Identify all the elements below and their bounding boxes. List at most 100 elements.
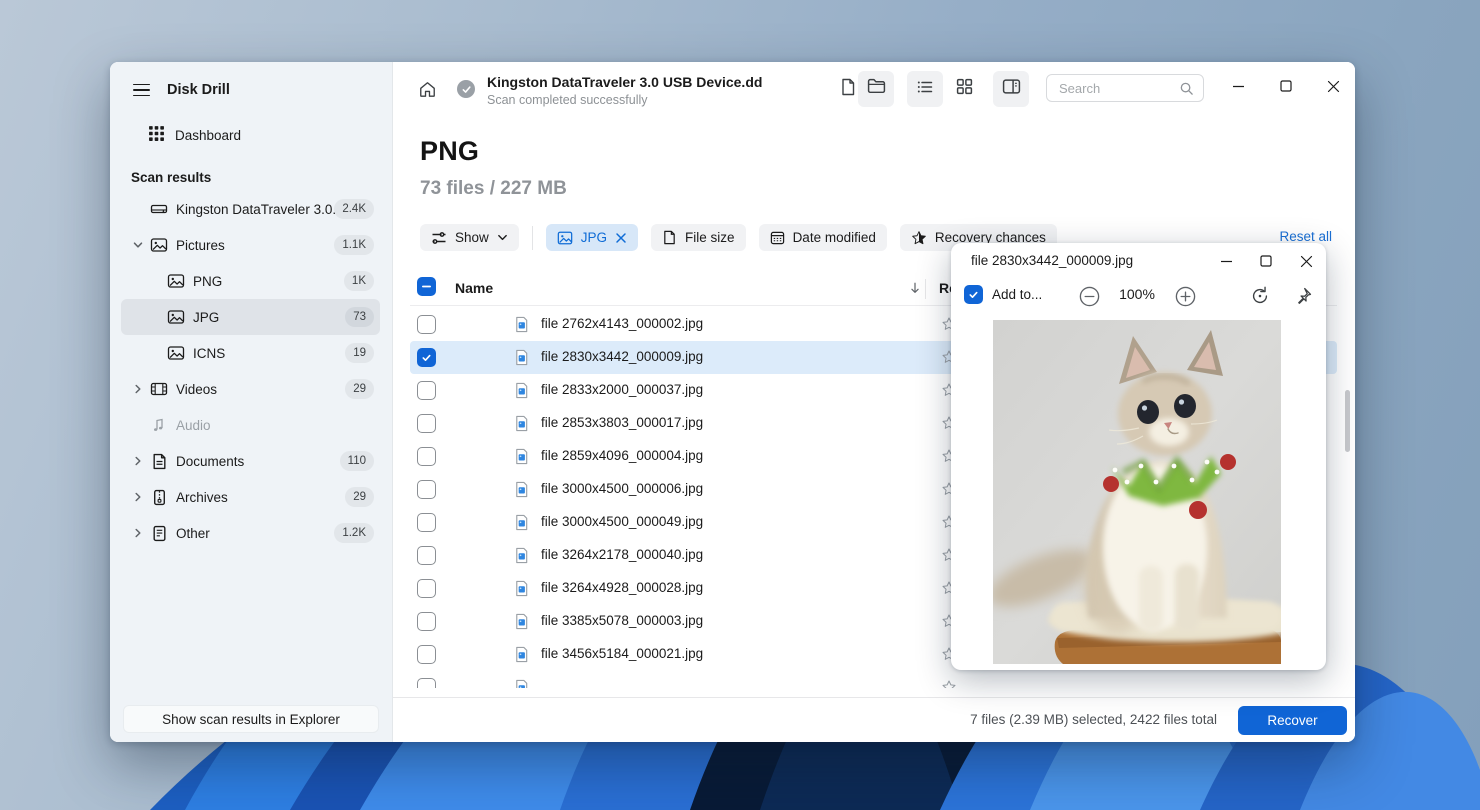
file-name: file 3000x4500_000006.jpg [541, 481, 703, 496]
file-image-icon [513, 646, 530, 668]
image-icon [167, 344, 185, 362]
file-row-partial[interactable] [410, 671, 1337, 688]
file-image-icon [513, 448, 530, 470]
sidebar-item-kingston-datatraveler-3-0[interactable]: Kingston DataTraveler 3.0...2.4K [121, 191, 380, 227]
chevron-down-icon[interactable] [131, 238, 145, 252]
sidebar-item-archives[interactable]: Archives29 [121, 479, 380, 515]
chip-divider [532, 226, 533, 250]
sidebar-item-audio[interactable]: Audio [121, 407, 380, 443]
preview-panel-button[interactable] [993, 71, 1029, 107]
preview-title: file 2830x3442_000009.jpg [971, 253, 1133, 268]
sidebar-item-other[interactable]: Other1.2K [121, 515, 380, 551]
hamburger-icon[interactable] [133, 84, 150, 97]
show-dropdown[interactable]: Show [420, 224, 519, 251]
sort-down-icon[interactable] [908, 281, 922, 300]
add-to-label: Add to... [992, 287, 1042, 302]
close-icon[interactable] [615, 232, 627, 244]
file-name: file 2762x4143_000002.jpg [541, 316, 703, 331]
new-file-icon [839, 78, 857, 101]
row-checkbox[interactable] [417, 546, 436, 565]
file-name: file 3456x5184_000021.jpg [541, 646, 703, 661]
rotate-icon[interactable] [1247, 283, 1273, 309]
image-icon [557, 230, 573, 246]
row-checkbox[interactable] [417, 678, 436, 688]
row-checkbox[interactable] [417, 480, 436, 499]
row-checkbox[interactable] [417, 579, 436, 598]
row-checkbox[interactable] [417, 513, 436, 532]
preview-image[interactable] [993, 320, 1281, 664]
sidebar-item-label: Audio [176, 418, 211, 433]
sidebar-item-videos[interactable]: Videos29 [121, 371, 380, 407]
folder-button[interactable] [858, 71, 894, 107]
file-name: file 3000x4500_000049.jpg [541, 514, 703, 529]
count-badge: 1K [344, 271, 374, 291]
chevron-right-icon[interactable] [131, 454, 145, 468]
file-name: file 2833x2000_000037.jpg [541, 382, 703, 397]
file-image-icon [513, 613, 530, 635]
chevron-right-icon[interactable] [131, 526, 145, 540]
preview-close-button[interactable] [1291, 247, 1321, 275]
show-label: Show [455, 230, 489, 245]
file-icon [150, 524, 168, 542]
file-image-icon [513, 547, 530, 569]
sidebar: Disk Drill Dashboard Scan results Kingst… [110, 62, 393, 742]
zoom-level: 100% [1109, 286, 1165, 302]
scan-status: Scan completed successfully [487, 93, 648, 107]
row-checkbox[interactable] [417, 414, 436, 433]
preview-window: file 2830x3442_000009.jpg Add to... 100% [951, 243, 1326, 670]
app-title: Disk Drill [167, 82, 230, 98]
filter-sliders-icon [431, 230, 447, 246]
maximize-button[interactable] [1269, 71, 1303, 101]
image-icon [167, 272, 185, 290]
row-checkbox[interactable] [417, 447, 436, 466]
zoom-out-icon[interactable] [1076, 283, 1102, 309]
sidebar-item-label: Archives [176, 490, 228, 505]
chevron-down-icon [497, 232, 508, 243]
list-view-button[interactable] [907, 71, 943, 107]
selection-status: 7 files (2.39 MB) selected, 2422 files t… [970, 712, 1217, 727]
file-size-label: File size [685, 230, 735, 245]
note-icon [150, 416, 168, 434]
add-to-checkbox[interactable] [964, 285, 983, 304]
show-in-explorer-button[interactable]: Show scan results in Explorer [123, 705, 379, 733]
jpg-chip-label: JPG [581, 230, 607, 245]
sidebar-item-documents[interactable]: Documents110 [121, 443, 380, 479]
disk-drill-window: Disk Drill Dashboard Scan results Kingst… [110, 62, 1355, 742]
vertical-scrollbar[interactable] [1345, 390, 1350, 452]
sidebar-item-pictures[interactable]: Pictures1.1K [121, 227, 380, 263]
row-checkbox[interactable] [417, 645, 436, 664]
sidebar-item-label: Videos [176, 382, 217, 397]
preview-minimize-button[interactable] [1211, 247, 1241, 275]
grid-view-button[interactable] [946, 71, 982, 107]
filter-chip-date-modified[interactable]: Date modified [759, 224, 887, 251]
home-button[interactable] [409, 71, 445, 107]
select-all-checkbox[interactable] [417, 277, 436, 296]
preview-maximize-button[interactable] [1251, 247, 1281, 275]
sidebar-item-dashboard[interactable]: Dashboard [148, 120, 384, 150]
filter-chip-file-size[interactable]: File size [651, 224, 746, 251]
image-icon [150, 236, 168, 254]
count-badge: 1.1K [334, 235, 374, 255]
count-badge: 19 [345, 343, 374, 363]
sidebar-item-icns[interactable]: ICNS19 [121, 335, 380, 371]
pin-icon[interactable] [1290, 283, 1316, 309]
reset-all-link[interactable]: Reset all [1279, 229, 1332, 244]
name-column-header[interactable]: Name [455, 280, 493, 296]
filter-chip-jpg[interactable]: JPG [546, 224, 638, 251]
sidebar-item-png[interactable]: PNG1K [121, 263, 380, 299]
row-checkbox[interactable] [417, 381, 436, 400]
preview-toolbar: Add to... 100% [951, 277, 1326, 313]
zoom-in-icon[interactable] [1172, 283, 1198, 309]
sidebar-item-label: Other [176, 526, 210, 541]
sidebar-item-jpg[interactable]: JPG73 [121, 299, 380, 335]
chevron-right-icon[interactable] [131, 490, 145, 504]
recover-button[interactable]: Recover [1238, 706, 1347, 735]
row-checkbox[interactable] [417, 315, 436, 334]
row-checkbox[interactable] [417, 612, 436, 631]
close-button[interactable] [1316, 71, 1350, 101]
minimize-button[interactable] [1221, 71, 1255, 101]
chevron-right-icon[interactable] [131, 382, 145, 396]
search-input[interactable] [1047, 75, 1171, 101]
row-checkbox[interactable] [417, 348, 436, 367]
file-image-icon [513, 679, 530, 688]
